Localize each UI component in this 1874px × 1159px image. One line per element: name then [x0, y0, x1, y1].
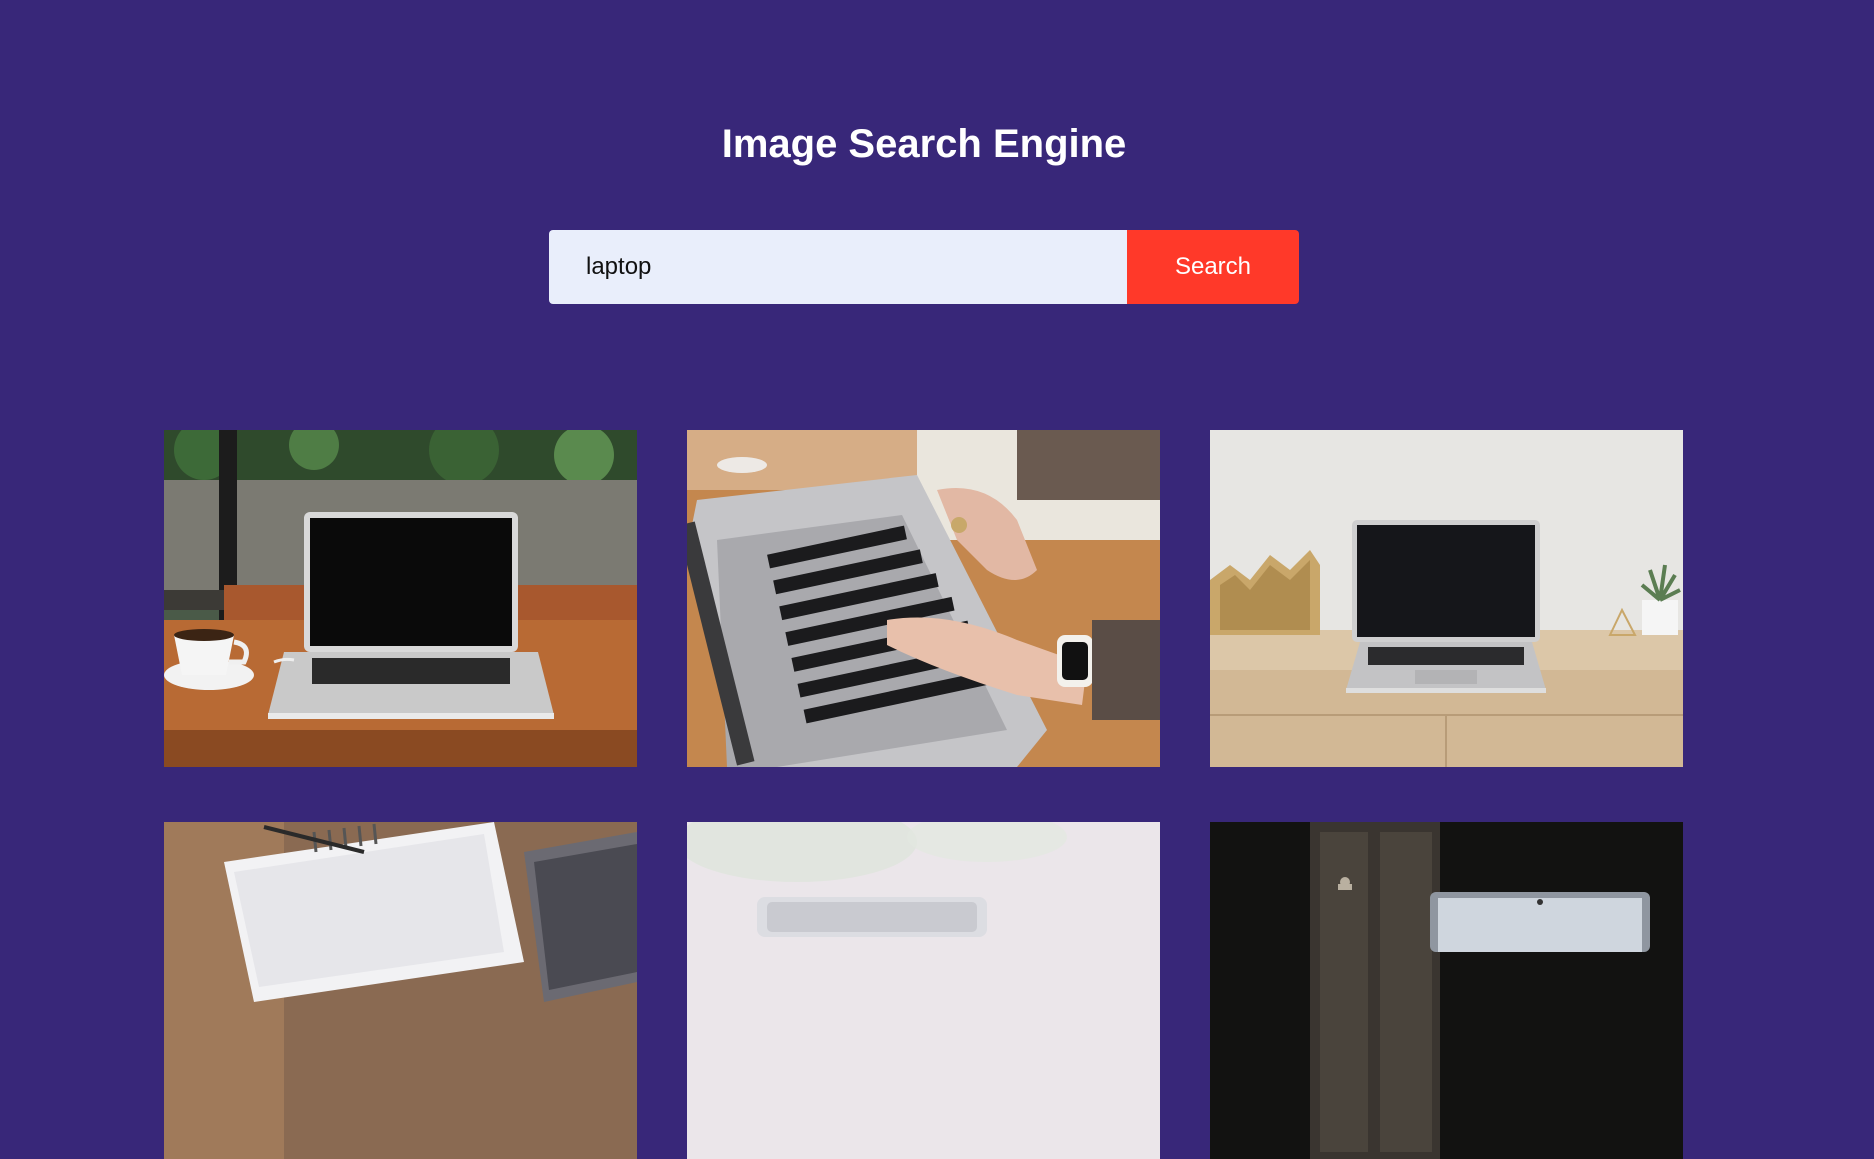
page-title: Image Search Engine	[721, 122, 1127, 166]
notebook-and-laptop-photo	[164, 822, 637, 1159]
hands-typing-photo	[687, 430, 1160, 767]
result-image-4[interactable]	[164, 822, 637, 1159]
result-image-6[interactable]	[1210, 822, 1683, 1159]
laptop-on-table-photo	[164, 430, 637, 767]
results-grid	[164, 430, 1684, 1159]
search-input[interactable]	[549, 230, 1127, 304]
search-button[interactable]: Search	[1127, 230, 1299, 304]
laptop-on-desk-photo	[1210, 430, 1683, 767]
result-image-1[interactable]	[164, 430, 637, 767]
dark-room-laptop-photo	[1210, 822, 1683, 1159]
search-form: Search	[549, 230, 1299, 304]
bright-room-laptop-photo	[687, 822, 1160, 1159]
result-image-3[interactable]	[1210, 430, 1683, 767]
result-image-5[interactable]	[687, 822, 1160, 1159]
result-image-2[interactable]	[687, 430, 1160, 767]
